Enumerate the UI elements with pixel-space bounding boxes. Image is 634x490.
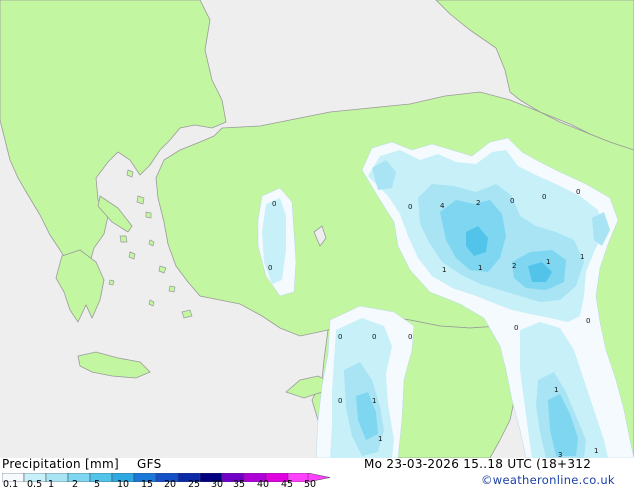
map-label: 1 <box>442 266 446 274</box>
map-label: 0 <box>372 333 376 341</box>
legend-tick: 10 <box>117 479 130 490</box>
map-label: 0 <box>514 324 518 332</box>
legend-tick: 25 <box>188 479 201 490</box>
map-label: 0 <box>338 333 342 341</box>
legend-tick: 40 <box>257 479 270 490</box>
legend-tick: 1 <box>48 479 55 490</box>
map-title: Precipitation [mm] <box>2 457 119 471</box>
legend-tick: 45 <box>281 479 294 490</box>
map-label: 0 <box>586 317 590 325</box>
map-label: 1 <box>372 397 376 405</box>
legend-tick: 15 <box>141 479 154 490</box>
legend-tick: 2 <box>72 479 79 490</box>
map-label: 1 <box>580 253 584 261</box>
map-label: 2 <box>476 199 480 207</box>
map-label: 2 <box>512 262 516 270</box>
model-name: GFS <box>137 457 162 471</box>
precipitation-map: 0 0 0 4 2 0 0 0 1 1 2 1 1 0 0 0 0 0 0 1 … <box>0 0 634 458</box>
map-label: 1 <box>546 258 550 266</box>
legend-tick: 35 <box>233 479 246 490</box>
map-label: 4 <box>440 202 445 210</box>
map-label: 0 <box>510 197 514 205</box>
legend-tick: 5 <box>94 479 101 490</box>
map-label: 0 <box>272 200 276 208</box>
map-label: 0 <box>408 203 412 211</box>
legend-tick: 0.1 <box>3 479 19 490</box>
legend-tick: 30 <box>211 479 224 490</box>
map-label: 0 <box>408 333 412 341</box>
map-label: 1 <box>554 386 558 394</box>
map-label: 1 <box>378 435 382 443</box>
forecast-datetime: Mo 23-03-2026 15..18 UTC (18+312 <box>364 457 592 471</box>
map-label: 0 <box>268 264 272 272</box>
map-label: 0 <box>576 188 580 196</box>
legend-tick-labels: 0.1 0.5 1 2 5 10 15 20 25 30 35 40 45 50 <box>0 480 634 490</box>
legend-tick: 0.5 <box>27 479 43 490</box>
map-label: 0 <box>338 397 342 405</box>
map-label: 1 <box>478 264 482 272</box>
map-label: 1 <box>594 447 598 455</box>
map-label: 0 <box>542 193 546 201</box>
legend-tick: 20 <box>164 479 177 490</box>
legend-tick: 50 <box>304 479 317 490</box>
